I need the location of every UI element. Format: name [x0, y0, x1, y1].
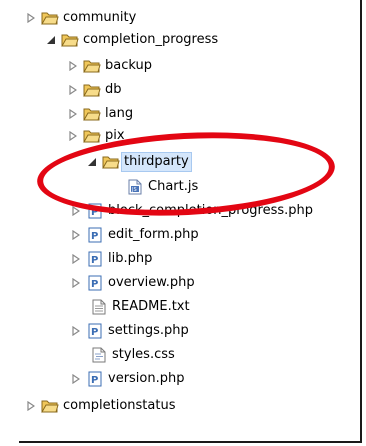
tree-item-readme-txt[interactable]: README.txt — [90, 296, 190, 318]
svg-text:P: P — [91, 375, 98, 386]
tree-item-label: overview.php — [108, 275, 195, 290]
collapsed-arrow-icon[interactable] — [70, 253, 82, 265]
tree-item-chart-js[interactable]: JS Chart.js — [126, 176, 198, 198]
tree-item-label: completion_progress — [83, 32, 219, 47]
tree-item-lib-php[interactable]: P lib.php — [70, 248, 152, 270]
svg-text:JS: JS — [131, 187, 137, 193]
tree-item-completionstatus[interactable]: completionstatus — [25, 395, 175, 417]
collapsed-arrow-icon[interactable] — [25, 12, 37, 24]
folder-icon — [61, 32, 79, 48]
tree-item-edit-form-php[interactable]: P edit_form.php — [70, 224, 199, 246]
collapsed-arrow-icon[interactable] — [67, 84, 79, 96]
php-file-icon: P — [86, 203, 104, 219]
php-file-icon: P — [86, 227, 104, 243]
tree-item-db[interactable]: db — [67, 79, 122, 101]
tree-item-thirdparty[interactable]: thirdparty — [86, 151, 192, 173]
tree-item-label: block_completion_progress.php — [108, 203, 314, 218]
php-file-icon: P — [86, 371, 104, 387]
tree-item-settings-php[interactable]: P settings.php — [70, 320, 189, 342]
svg-text:P: P — [91, 207, 98, 218]
collapsed-arrow-icon[interactable] — [70, 373, 82, 385]
tree-item-community[interactable]: community — [25, 7, 136, 29]
folder-icon — [83, 106, 101, 122]
svg-text:P: P — [91, 279, 98, 290]
folder-icon — [41, 398, 59, 414]
tree-item-label: lib.php — [108, 251, 153, 266]
tree-item-backup[interactable]: backup — [67, 55, 152, 77]
tree-item-label: pix — [105, 128, 125, 143]
collapsed-arrow-icon[interactable] — [70, 205, 82, 217]
collapsed-arrow-icon[interactable] — [25, 400, 37, 412]
tree-item-styles-css[interactable]: styles.css — [90, 344, 175, 366]
collapsed-arrow-icon[interactable] — [67, 60, 79, 72]
css-file-icon — [90, 347, 108, 363]
folder-icon — [41, 10, 59, 26]
tree-item-lang[interactable]: lang — [67, 103, 133, 125]
collapsed-arrow-icon[interactable] — [70, 229, 82, 241]
expanded-arrow-icon[interactable] — [45, 34, 57, 46]
svg-text:P: P — [91, 327, 98, 338]
svg-text:P: P — [91, 231, 98, 242]
php-file-icon: P — [86, 323, 104, 339]
collapsed-arrow-icon[interactable] — [67, 108, 79, 120]
collapsed-arrow-icon[interactable] — [67, 130, 79, 142]
php-file-icon: P — [86, 275, 104, 291]
folder-icon — [83, 82, 101, 98]
tree-item-label: community — [63, 10, 137, 25]
tree-item-label: README.txt — [112, 299, 190, 314]
tree-item-completion-progress[interactable]: completion_progress — [45, 29, 218, 51]
js-file-icon: JS — [126, 179, 144, 195]
text-file-icon — [90, 299, 108, 315]
tree-item-label: edit_form.php — [108, 227, 199, 242]
php-file-icon: P — [86, 251, 104, 267]
tree-item-label: backup — [105, 58, 152, 73]
folder-icon — [102, 154, 120, 170]
tree-item-label: thirdparty — [121, 152, 192, 172]
tree-item-label: settings.php — [108, 323, 189, 338]
tree-item-overview-php[interactable]: P overview.php — [70, 272, 195, 294]
tree-item-block-completion-progress-php[interactable]: P block_completion_progress.php — [70, 200, 313, 222]
tree-item-label: styles.css — [112, 347, 175, 362]
folder-icon — [83, 128, 101, 144]
folder-icon — [83, 58, 101, 74]
tree-item-label: lang — [105, 106, 134, 121]
tree-item-pix[interactable]: pix — [67, 125, 125, 147]
tree-item-version-php[interactable]: P version.php — [70, 368, 185, 390]
tree-item-label: Chart.js — [148, 179, 199, 194]
tree-item-label: version.php — [108, 371, 185, 386]
collapsed-arrow-icon[interactable] — [70, 325, 82, 337]
tree-item-label: completionstatus — [63, 398, 176, 413]
svg-text:P: P — [91, 255, 98, 266]
tree-item-label: db — [105, 82, 122, 97]
collapsed-arrow-icon[interactable] — [70, 277, 82, 289]
expanded-arrow-icon[interactable] — [86, 156, 98, 168]
